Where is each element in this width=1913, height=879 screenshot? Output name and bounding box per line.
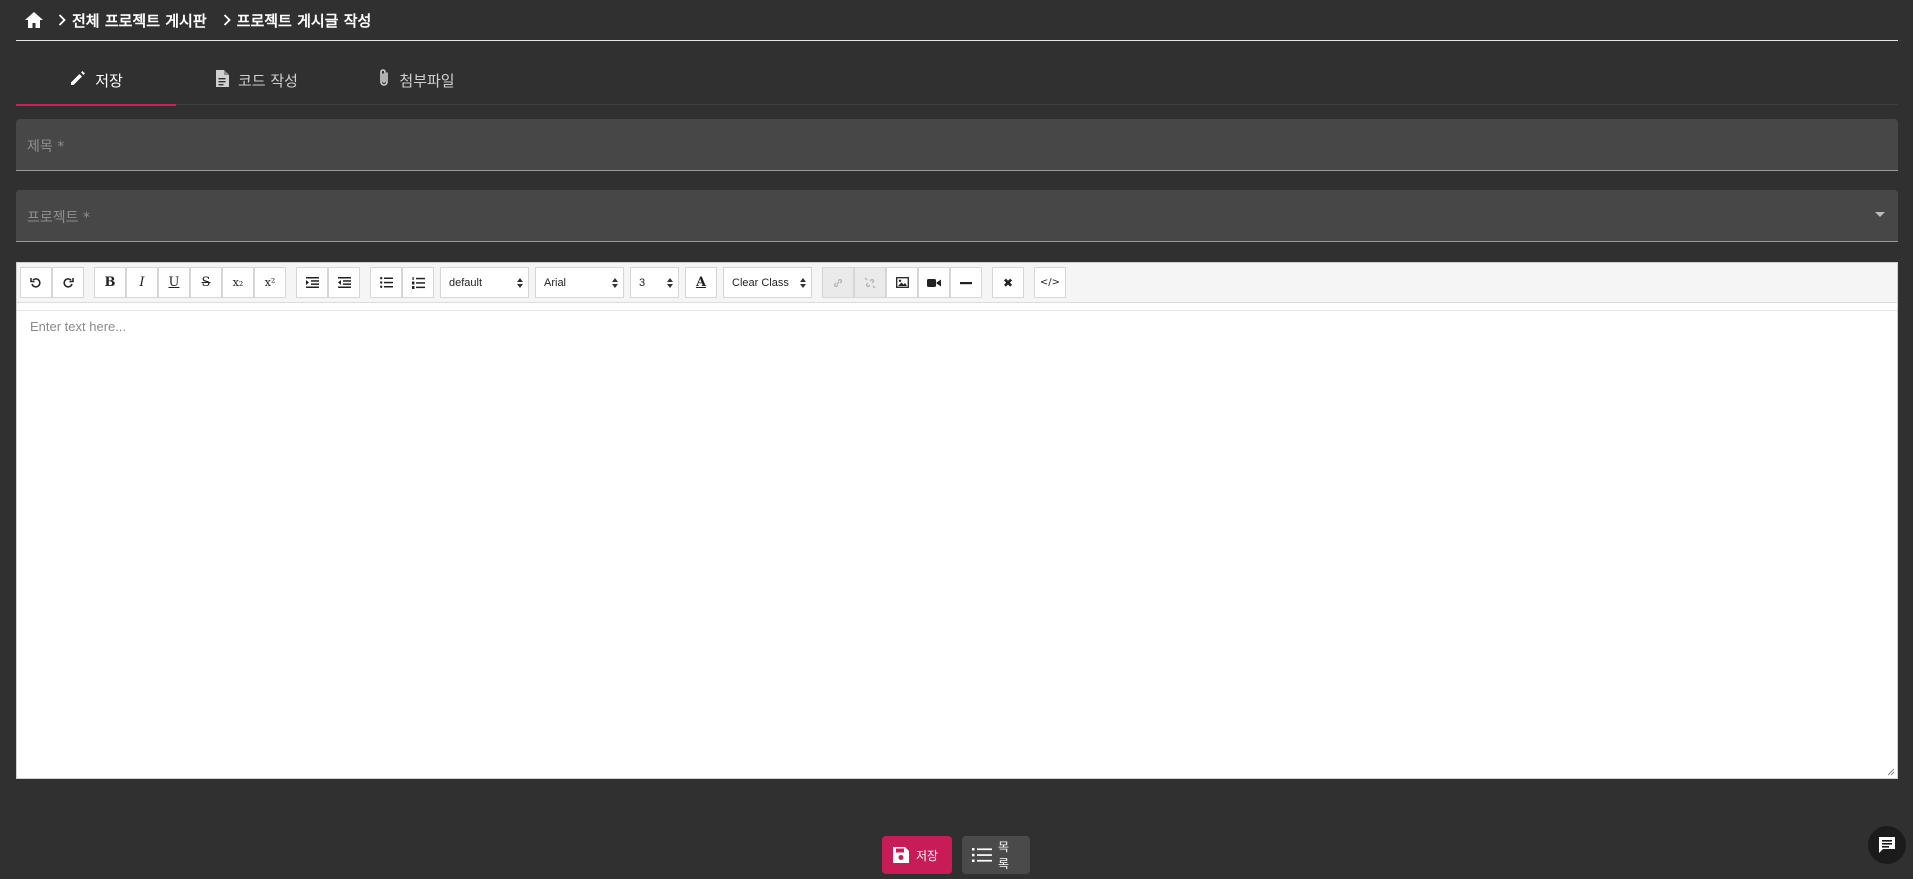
breadcrumb: 전체 프로젝트 게시판 프로젝트 게시글 작성	[16, 0, 1898, 41]
list-icon	[972, 848, 992, 862]
indent-button[interactable]	[296, 267, 328, 298]
editor-placeholder: Enter text here...	[30, 319, 127, 334]
editor-content-area[interactable]: Enter text here...	[17, 310, 1897, 778]
font-select-value: Arial	[544, 276, 567, 289]
tab-code[interactable]: 코드 작성	[176, 55, 336, 105]
subscript-button[interactable]: x₂	[222, 267, 254, 298]
project-placeholder: 프로젝트 *	[27, 210, 90, 226]
dropdown-arrow-icon	[1875, 212, 1885, 217]
bold-button[interactable]: B	[94, 267, 126, 298]
updown-arrow-icon	[667, 277, 673, 288]
chat-button[interactable]	[1868, 826, 1906, 864]
pencil-icon	[69, 69, 87, 91]
editor-toolbar: B I U S x₂ x² default Arial 3 A Clear Cl…	[17, 263, 1897, 303]
image-icon	[895, 277, 909, 288]
link-icon	[833, 278, 843, 287]
updown-arrow-icon	[800, 277, 806, 288]
list-button[interactable]: 목록	[962, 836, 1030, 874]
numbered-list-icon	[411, 276, 425, 289]
redo-icon	[63, 277, 74, 288]
title-input[interactable]: 제목 *	[16, 119, 1898, 171]
document-icon	[214, 69, 230, 92]
horizontal-rule-button[interactable]	[950, 267, 982, 298]
superscript-button[interactable]: x²	[254, 267, 286, 298]
redo-button[interactable]	[52, 267, 84, 298]
font-select[interactable]: Arial	[535, 267, 624, 298]
rich-text-editor: B I U S x₂ x² default Arial 3 A Clear Cl…	[16, 262, 1898, 779]
chevron-right-icon	[217, 14, 237, 26]
updown-arrow-icon	[612, 277, 618, 288]
title-placeholder: 제목 *	[27, 139, 65, 155]
insert-video-button[interactable]	[918, 267, 950, 298]
unlink-button[interactable]	[854, 267, 886, 298]
updown-arrow-icon	[517, 277, 523, 288]
link-button[interactable]	[822, 267, 854, 298]
strikethrough-button[interactable]: S	[190, 267, 222, 298]
project-select[interactable]: 프로젝트 *	[16, 190, 1898, 242]
numbered-list-button[interactable]	[402, 267, 434, 298]
undo-button[interactable]	[20, 267, 52, 298]
indent-icon	[305, 277, 319, 288]
home-icon[interactable]	[16, 0, 52, 41]
resize-handle-icon[interactable]	[1887, 768, 1895, 776]
tab-save[interactable]: 저장	[16, 55, 176, 106]
save-button-label: 저장	[916, 848, 939, 863]
outdent-icon	[337, 277, 351, 288]
remove-format-button[interactable]: ✖	[992, 267, 1024, 298]
form-actions: 저장 목록	[882, 836, 1030, 874]
list-button-label: 목록	[997, 840, 1009, 871]
tab-label: 코드 작성	[238, 71, 298, 90]
font-size-select-value: 3	[639, 276, 646, 289]
insert-image-button[interactable]	[886, 267, 918, 298]
underline-button[interactable]: U	[158, 267, 190, 298]
font-color-button[interactable]: A	[685, 267, 717, 298]
class-select[interactable]: Clear Class	[723, 267, 812, 298]
italic-button[interactable]: I	[126, 267, 158, 298]
horizontal-rule-icon	[960, 281, 972, 284]
video-icon	[927, 278, 941, 287]
paperclip-icon	[377, 68, 391, 92]
chevron-right-icon	[52, 14, 72, 26]
breadcrumb-current-page: 프로젝트 게시글 작성	[236, 11, 372, 30]
class-select-value: Clear Class	[732, 276, 789, 289]
tab-label: 저장	[95, 71, 123, 90]
undo-icon	[30, 277, 41, 288]
unlink-icon	[864, 277, 876, 288]
outdent-button[interactable]	[328, 267, 360, 298]
tab-label: 첨부파일	[399, 71, 455, 90]
style-select[interactable]: default	[440, 267, 529, 298]
bullet-list-button[interactable]	[370, 267, 402, 298]
floppy-disk-icon	[893, 847, 909, 863]
code-view-button[interactable]: </>	[1034, 267, 1066, 298]
breadcrumb-board-link[interactable]: 전체 프로젝트 게시판	[72, 10, 207, 31]
tab-bar: 저장 코드 작성 첨부파일	[16, 55, 1898, 106]
save-button[interactable]: 저장	[882, 836, 952, 874]
font-size-select[interactable]: 3	[630, 267, 679, 298]
style-select-value: default	[449, 276, 483, 289]
tab-attachments[interactable]: 첨부파일	[336, 55, 496, 105]
bullet-list-icon	[379, 277, 393, 288]
chat-icon	[1879, 837, 1895, 853]
